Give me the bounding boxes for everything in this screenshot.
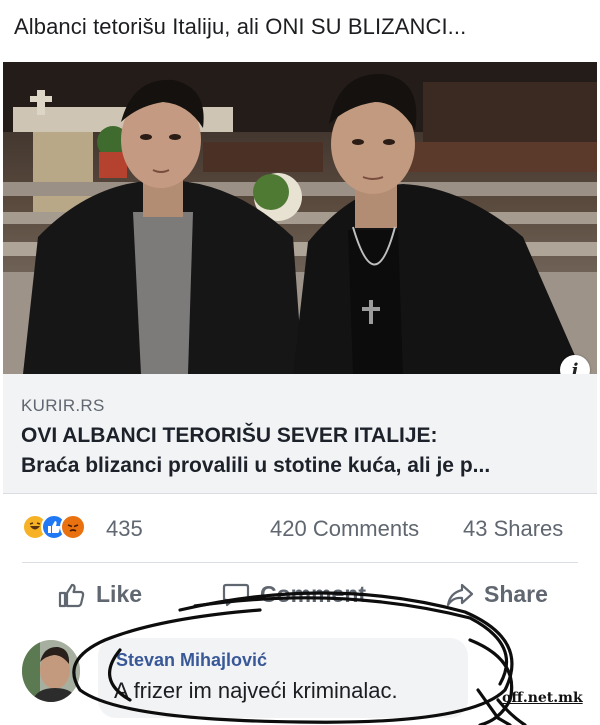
twins-photo-illustration [3, 62, 597, 374]
avatar[interactable] [22, 640, 80, 702]
divider [22, 562, 578, 563]
comment-bubble: Stevan Mihajlović A frizer im najveći kr… [98, 638, 468, 718]
reaction-count[interactable]: 435 [106, 516, 143, 542]
shared-link-photo[interactable] [3, 62, 597, 374]
like-label: Like [96, 581, 143, 607]
comment: Stevan Mihajlović A frizer im najveći kr… [0, 630, 600, 725]
comments-count[interactable]: 420 Comments [270, 516, 419, 542]
angry-reaction-icon [60, 514, 86, 540]
comment-button[interactable]: Comment [222, 581, 366, 608]
post-actions: Like Comment Share [0, 566, 600, 626]
share-button[interactable]: Share [446, 581, 548, 608]
engagement-stats: 435 420 Comments 43 Shares [0, 500, 600, 558]
shares-count[interactable]: 43 Shares [463, 516, 563, 542]
share-label: Share [484, 581, 548, 607]
link-title[interactable]: OVI ALBANCI TERORIŠU SEVER ITALIJE: [21, 424, 438, 448]
share-arrow-icon [446, 583, 474, 606]
comment-text: A frizer im najveći kriminalac. [114, 678, 398, 703]
like-button[interactable]: Like [58, 581, 142, 608]
link-domain: KURIR.RS [21, 396, 105, 415]
comment-label: Comment [260, 581, 367, 607]
facebook-post: Albanci tetorišu Italiju, ali ONI SU BLI… [0, 0, 600, 725]
watermark: off.net.mk [502, 690, 583, 706]
reaction-icons[interactable] [22, 514, 86, 540]
link-preview[interactable]: KURIR.RS OVI ALBANCI TERORIŠU SEVER ITAL… [3, 374, 597, 494]
thumbs-up-icon [58, 583, 85, 607]
comment-author[interactable]: Stevan Mihajlović [116, 650, 267, 671]
post-text: Albanci tetorišu Italiju, ali ONI SU BLI… [14, 14, 467, 39]
link-subtitle[interactable]: Braća blizanci provalili u stotine kuća,… [21, 454, 490, 478]
comment-bubble-icon [222, 583, 250, 606]
